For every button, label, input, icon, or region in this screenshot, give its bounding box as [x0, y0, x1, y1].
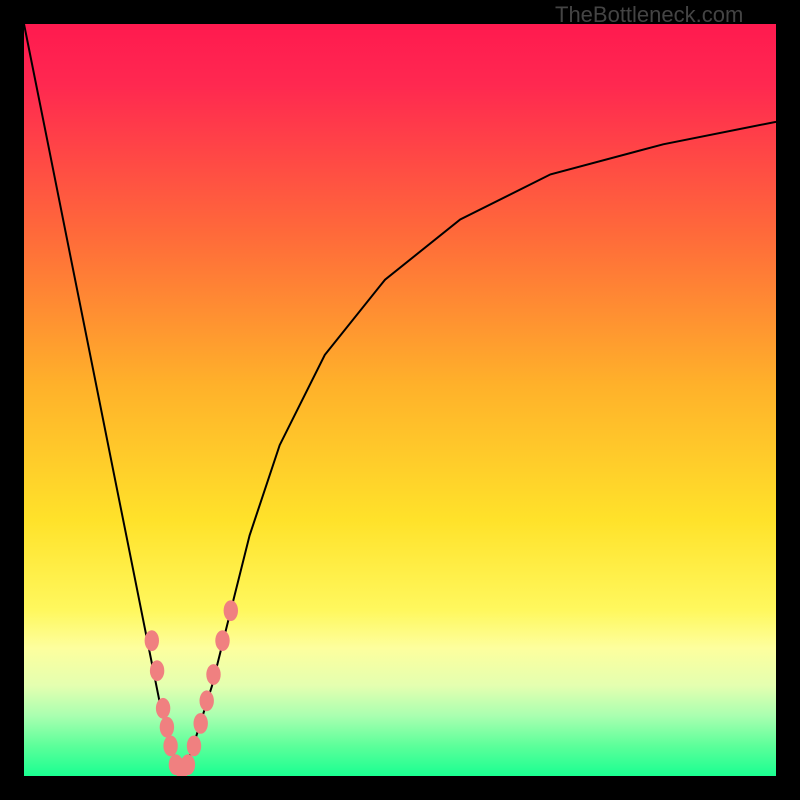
valley-marker	[145, 630, 159, 651]
valley-marker	[156, 698, 170, 719]
valley-marker	[215, 630, 229, 651]
plot-area	[24, 24, 776, 776]
valley-marker	[200, 690, 214, 711]
valley-marker	[206, 664, 220, 685]
valley-marker	[181, 754, 195, 775]
valley-marker	[187, 736, 201, 757]
chart-svg	[24, 24, 776, 776]
valley-marker	[194, 713, 208, 734]
chart-frame: TheBottleneck.com	[0, 0, 800, 800]
bottleneck-curve	[24, 24, 776, 769]
valley-marker	[224, 600, 238, 621]
valley-marker	[163, 736, 177, 757]
attribution-text: TheBottleneck.com	[555, 2, 743, 28]
valley-markers-group	[145, 600, 238, 776]
valley-marker	[160, 717, 174, 738]
valley-marker	[150, 660, 164, 681]
